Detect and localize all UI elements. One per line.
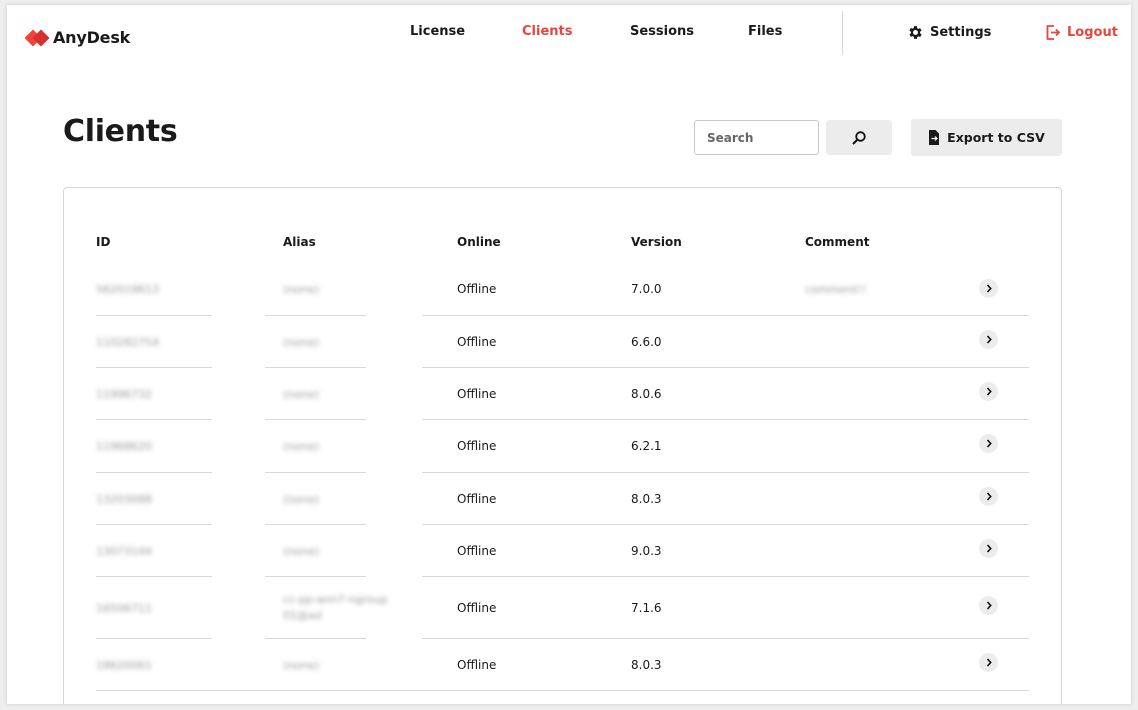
gear-icon xyxy=(909,26,922,39)
chevron-right-icon xyxy=(986,335,992,344)
client-comment: comment!! xyxy=(805,283,867,296)
settings-label: Settings xyxy=(930,25,992,40)
client-version: 7.0.0 xyxy=(631,282,662,296)
client-version: 9.0.3 xyxy=(631,544,662,558)
client-online-status: Offline xyxy=(457,335,497,349)
table-row[interactable]: 13073144 (none) Offline 9.0.3 xyxy=(96,525,1029,577)
column-header-online: Online xyxy=(457,235,501,249)
open-client-button[interactable] xyxy=(979,330,998,349)
client-online-status: Offline xyxy=(457,544,497,558)
table-row[interactable]: 11968620 (none) Offline 6.2.1 xyxy=(96,420,1029,473)
client-id: 11996732 xyxy=(96,388,152,401)
client-id: 13073144 xyxy=(96,545,152,558)
export-csv-label: Export to CSV xyxy=(947,130,1045,145)
nav-files[interactable]: Files xyxy=(748,24,782,39)
client-alias: (none) xyxy=(283,388,320,401)
search-input[interactable] xyxy=(694,120,819,155)
client-version: 8.0.3 xyxy=(631,658,662,672)
table-row[interactable]: 18620061 (none) Offline 8.0.3 xyxy=(96,639,1029,691)
column-header-comment: Comment xyxy=(805,235,870,249)
nav-sessions[interactable]: Sessions xyxy=(630,24,694,39)
anydesk-logo-icon xyxy=(24,29,50,47)
client-version: 8.0.6 xyxy=(631,387,662,401)
client-id: 11968620 xyxy=(96,440,152,453)
open-client-button[interactable] xyxy=(979,653,998,672)
client-online-status: Offline xyxy=(457,439,497,453)
table-row[interactable]: 13203088 (none) Offline 8.0.3 xyxy=(96,473,1029,525)
open-client-button[interactable] xyxy=(979,434,998,453)
client-id: 13203088 xyxy=(96,493,152,506)
search-button[interactable] xyxy=(826,120,892,155)
chevron-right-icon xyxy=(986,492,992,501)
client-online-status: Offline xyxy=(457,387,497,401)
chevron-right-icon xyxy=(986,387,992,396)
logout-button[interactable]: Logout xyxy=(1045,24,1118,41)
open-client-button[interactable] xyxy=(979,382,998,401)
nav-divider xyxy=(842,11,843,55)
open-client-button[interactable] xyxy=(979,279,998,298)
chevron-right-icon xyxy=(986,284,992,293)
open-client-button[interactable] xyxy=(979,487,998,506)
client-online-status: Offline xyxy=(457,658,497,672)
table-row[interactable]: 16506711 cc-pp-ann7-ngroup 01@ad Offline… xyxy=(96,577,1029,639)
open-client-button[interactable] xyxy=(979,596,998,615)
chevron-right-icon xyxy=(986,601,992,610)
client-alias: (none) xyxy=(283,336,320,349)
column-header-id: ID xyxy=(96,235,111,249)
chevron-right-icon xyxy=(986,544,992,553)
column-header-alias: Alias xyxy=(283,235,316,249)
client-online-status: Offline xyxy=(457,492,497,506)
client-alias: (none) xyxy=(283,493,320,506)
logout-icon xyxy=(1046,25,1061,40)
search-icon xyxy=(852,130,866,145)
column-header-version: Version xyxy=(631,235,682,249)
client-alias: (none) xyxy=(283,440,320,453)
table-row[interactable]: 11996732 (none) Offline 8.0.6 xyxy=(96,368,1029,420)
anydesk-logo[interactable]: AnyDesk xyxy=(24,28,131,47)
settings-button[interactable]: Settings xyxy=(907,24,991,41)
nav-clients[interactable]: Clients xyxy=(522,24,572,39)
client-alias: (none) xyxy=(283,283,320,296)
open-client-button[interactable] xyxy=(979,539,998,558)
client-version: 7.1.6 xyxy=(631,601,662,615)
chevron-right-icon xyxy=(986,658,992,667)
client-alias: cc-pp-ann7-ngroup 01@ad xyxy=(283,593,388,622)
nav-license[interactable]: License xyxy=(410,24,465,39)
logout-label: Logout xyxy=(1067,25,1118,40)
page-title: Clients xyxy=(63,114,178,149)
client-version: 6.2.1 xyxy=(631,439,662,453)
chevron-right-icon xyxy=(986,439,992,448)
table-row[interactable]: 110282754 (none) Offline 6.6.0 xyxy=(96,316,1029,368)
top-navigation-bar: AnyDesk License Clients Sessions Files S… xyxy=(7,5,1131,61)
client-version: 6.6.0 xyxy=(631,335,662,349)
client-id: 16506711 xyxy=(96,602,152,615)
logo-text: AnyDesk xyxy=(53,28,131,47)
client-id: 110282754 xyxy=(96,336,159,349)
file-export-icon xyxy=(929,130,940,145)
client-online-status: Offline xyxy=(457,282,497,296)
clients-table: ID Alias Online Version Comment 56201961… xyxy=(63,187,1062,704)
client-alias: (none) xyxy=(283,545,320,558)
client-id: 18620061 xyxy=(96,659,152,672)
client-alias: (none) xyxy=(283,659,320,672)
table-row[interactable]: 562019613 (none) Offline 7.0.0 comment!! xyxy=(96,265,1029,316)
export-csv-button[interactable]: Export to CSV xyxy=(911,119,1062,156)
client-version: 8.0.3 xyxy=(631,492,662,506)
client-id: 562019613 xyxy=(96,283,159,296)
browser-window: AnyDesk License Clients Sessions Files S… xyxy=(7,5,1131,704)
client-online-status: Offline xyxy=(457,601,497,615)
